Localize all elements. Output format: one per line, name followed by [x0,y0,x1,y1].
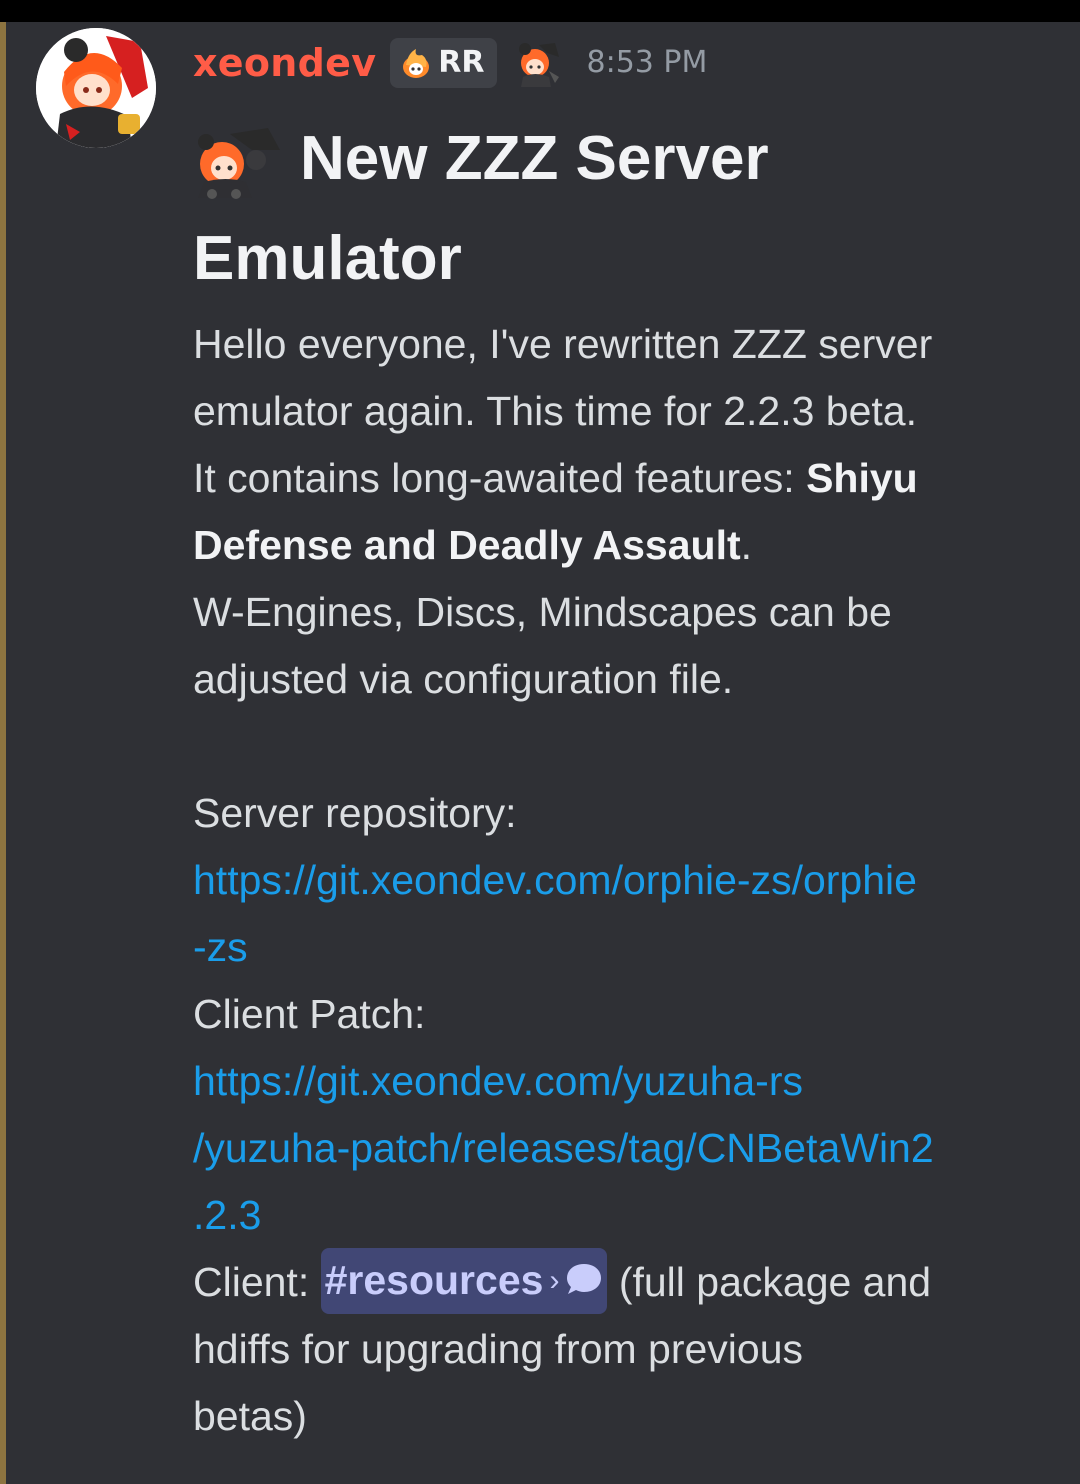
server-tag-badge[interactable]: RR [390,38,497,88]
body-line: Server repository: [193,790,517,836]
server-repo-link[interactable]: https://git.xeondev.com/orphie-zs/orphie [193,850,917,910]
bold-text: Shiyu [806,455,918,501]
body-line: W-Engines, Discs, Mindscapes can be [193,589,892,635]
body-line: Hello everyone, I've rewritten ZZZ serve… [193,321,933,367]
body-line: It contains long-awaited features: Shiyu [193,448,918,508]
username[interactable]: xeondev [193,38,376,88]
body-text: Client: [193,1259,321,1305]
server-repo-link-continued[interactable]: -zs [193,917,248,977]
character-sticker-icon [518,43,559,87]
post-heading: New ZZZ Server [300,124,769,193]
body-text: It contains long-awaited features: [193,455,807,501]
status-bar [0,0,1080,22]
client-patch-link-continued[interactable]: /yuzuha-patch/releases/tag/CNBetaWin2 [193,1118,934,1178]
server-tag-label: RR [438,45,485,80]
post-heading-continued: Emulator [193,224,462,293]
channel-mention[interactable]: #resources › [320,1248,608,1315]
body-line: Client: #resources › (full package and [193,1248,932,1315]
body-line: hdiffs for upgrading from previous [193,1326,804,1372]
avatar[interactable] [36,28,156,148]
body-line: betas) [193,1393,307,1439]
flame-badge-icon [403,49,430,78]
body-line: Defense and Deadly Assault. [193,515,752,575]
message-header: xeondev RR 8:53 PM [193,38,707,88]
chevron-right-icon: › [549,1264,560,1298]
body-line: emulator again. This time for 2.2.3 beta… [193,388,917,434]
chat-bubble-icon [567,1264,602,1295]
message-timestamp: 8:53 PM [586,45,708,80]
avatar-image [36,28,156,148]
client-patch-link-end[interactable]: .2.3 [193,1185,261,1245]
character-emoji-icon [198,128,280,199]
body-text: (full package and [607,1259,932,1305]
bold-text: Defense and Deadly Assault [193,522,741,568]
body-text: . [740,522,753,568]
body-line: Client Patch: [193,991,426,1037]
body-line: adjusted via configuration file. [193,656,734,702]
client-patch-link[interactable]: https://git.xeondev.com/yuzuha-rs [193,1051,803,1111]
channel-mention-label: #resources [324,1257,544,1304]
